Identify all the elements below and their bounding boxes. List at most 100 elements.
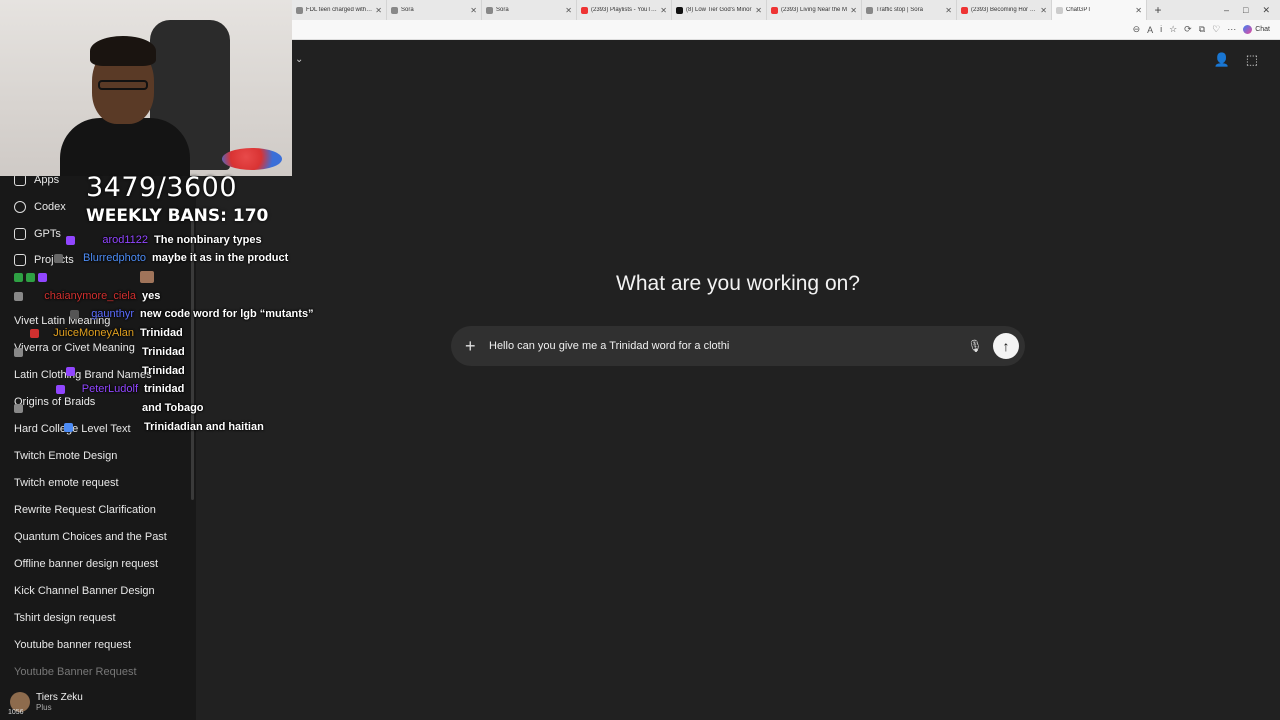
projects-icon [14, 254, 26, 266]
weekly-bans: WEEKLY BANS: 170 [86, 206, 269, 226]
collections-icon[interactable]: ♡ [1212, 24, 1220, 35]
model-selector-chevron-icon[interactable]: ⌄ [295, 54, 303, 65]
chat-badge-icon [38, 272, 47, 282]
chat-history-item[interactable]: Youtube banner request [14, 639, 131, 651]
minimize-icon[interactable]: – [1224, 5, 1229, 16]
chat-badge-icon [64, 422, 73, 432]
close-tab-icon[interactable]: ✕ [565, 6, 572, 15]
close-tab-icon[interactable]: ✕ [375, 6, 382, 15]
more-icon[interactable]: ⋯ [1227, 24, 1236, 35]
favicon-icon [486, 6, 493, 14]
webcam-ball [222, 148, 282, 170]
favicon-icon [391, 6, 398, 14]
add-attachment-icon[interactable]: + [465, 336, 485, 357]
browser-tab[interactable]: (2393) Becoming Hor - C ✕ [957, 0, 1052, 20]
browser-tab-bar: FDL teen charged with ch ✕ Sora ✕ Sora ✕ (2… [292, 0, 1280, 20]
chat-badge-icon [14, 291, 23, 301]
chat-badge-icon [14, 347, 23, 357]
zoom-icon[interactable]: ⊖ [1133, 24, 1141, 35]
browser-tab[interactable]: Traffic stop | Sora ✕ [862, 0, 957, 20]
stream-chat-message [14, 271, 157, 283]
sidebar-item-codex[interactable]: Codex [14, 201, 66, 213]
browser-tab[interactable]: (2393) Playlists - YouTube ✕ [577, 0, 672, 20]
stream-chat-message: Trinidad [66, 365, 185, 377]
codex-icon [14, 201, 26, 213]
translate-icon[interactable]: A [1147, 25, 1153, 35]
webcam-glasses [98, 80, 148, 90]
close-tab-icon[interactable]: ✕ [470, 6, 477, 15]
stream-chat-message: arod1122 The nonbinary types [66, 234, 262, 246]
stream-chat-message: gaunthyr new code word for lgb “mutants” [70, 308, 314, 320]
chat-history-item[interactable]: Offline banner design request [14, 558, 158, 570]
prompt-composer[interactable]: + Hello can you give me a Trinidad word … [451, 326, 1025, 366]
chat-history-item[interactable]: Kick Channel Banner Design [14, 585, 155, 597]
browser-tab[interactable]: (2393) Living Near the M ✕ [767, 0, 862, 20]
top-actions: 👤 ⬚ [1214, 52, 1258, 68]
copilot-icon [1243, 25, 1253, 34]
page-title: What are you working on? [616, 272, 860, 295]
chat-history-item[interactable]: Tshirt design request [14, 612, 116, 624]
refresh-icon[interactable]: ⟳ [1184, 24, 1192, 35]
browser-tab-active[interactable]: ChatGPT ✕ [1052, 0, 1147, 20]
reading-icon[interactable]: Ꭵ [1160, 24, 1162, 35]
browser-tab[interactable]: Sora ✕ [482, 0, 577, 20]
favicon-icon [1056, 6, 1063, 14]
stream-chat-message: and Tobago [14, 402, 204, 414]
stream-chat-message: Blurredphoto maybe it as in the product [54, 252, 288, 264]
user-plan: Plus [36, 703, 52, 712]
favicon-icon [771, 6, 778, 14]
stream-chat-message: PeterLudolf trinidad [56, 383, 184, 395]
favicon-icon [581, 6, 588, 14]
favicon-icon [296, 6, 303, 14]
window-controls: – □ ✕ [1224, 5, 1280, 16]
close-window-icon[interactable]: ✕ [1262, 5, 1270, 16]
add-people-icon[interactable]: 👤 [1214, 52, 1230, 68]
browser-tab[interactable]: FDL teen charged with ch ✕ [292, 0, 387, 20]
copilot-button[interactable]: Chat [1243, 25, 1270, 34]
close-tab-icon[interactable]: ✕ [945, 6, 952, 15]
favorite-star-icon[interactable]: ☆ [1169, 24, 1177, 35]
stream-chat-message: JuiceMoneyAlan Trinidad [30, 327, 183, 339]
chat-badge-icon [26, 272, 35, 282]
chat-badge-icon [70, 309, 79, 319]
close-tab-icon[interactable]: ✕ [1135, 6, 1142, 15]
browser-tab[interactable]: (8) Low Tier God's Minor ✕ [672, 0, 767, 20]
chat-history-item[interactable]: Twitch Emote Design [14, 450, 117, 462]
sidebar-item-gpts[interactable]: GPTs [14, 228, 61, 240]
chat-badge-icon [30, 328, 39, 338]
chat-history-item[interactable]: Quantum Choices and the Past [14, 531, 167, 543]
close-tab-icon[interactable]: ✕ [755, 6, 762, 15]
webcam-hair [90, 36, 156, 66]
chat-badge-icon [66, 235, 75, 245]
ban-counter: 3479/3600 [86, 172, 238, 203]
extensions-icon[interactable]: ⧉ [1199, 24, 1205, 35]
maximize-icon[interactable]: □ [1243, 5, 1248, 16]
send-button[interactable]: ↑ [993, 333, 1019, 359]
viewer-count: 1056 [8, 709, 24, 716]
favicon-icon [961, 6, 968, 14]
favicon-icon [676, 6, 683, 14]
webcam-overlay [0, 0, 292, 176]
microphone-icon[interactable]: 🎙 [963, 339, 987, 353]
user-name: Tiers Zeku [36, 692, 83, 703]
stream-chat-message: Trinidad [14, 346, 185, 358]
webcam-body [60, 118, 190, 176]
main-content: ⌄ 👤 ⬚ What are you working on? + Hello c… [196, 40, 1280, 720]
browser-tab[interactable]: Sora ✕ [387, 0, 482, 20]
chat-badge-icon [14, 272, 23, 282]
prompt-input[interactable]: Hello can you give me a Trinidad word fo… [485, 340, 963, 352]
chat-history-item[interactable]: Twitch emote request [14, 477, 119, 489]
close-tab-icon[interactable]: ✕ [1040, 6, 1047, 15]
chat-history-item[interactable]: Youtube Banner Request [14, 666, 137, 678]
stream-chat-message: chaianymore_ciela yes [14, 290, 160, 302]
close-tab-icon[interactable]: ✕ [660, 6, 667, 15]
temporary-chat-icon[interactable]: ⬚ [1246, 52, 1258, 68]
chat-badge-icon [56, 384, 65, 394]
emote-icon [140, 271, 154, 283]
close-tab-icon[interactable]: ✕ [850, 6, 857, 15]
new-tab-button[interactable]: + [1147, 3, 1169, 17]
chat-badge-icon [66, 366, 75, 376]
chat-history-item[interactable]: Rewrite Request Clarification [14, 504, 156, 516]
chat-badge-icon [54, 253, 63, 263]
gpts-icon [14, 228, 26, 240]
